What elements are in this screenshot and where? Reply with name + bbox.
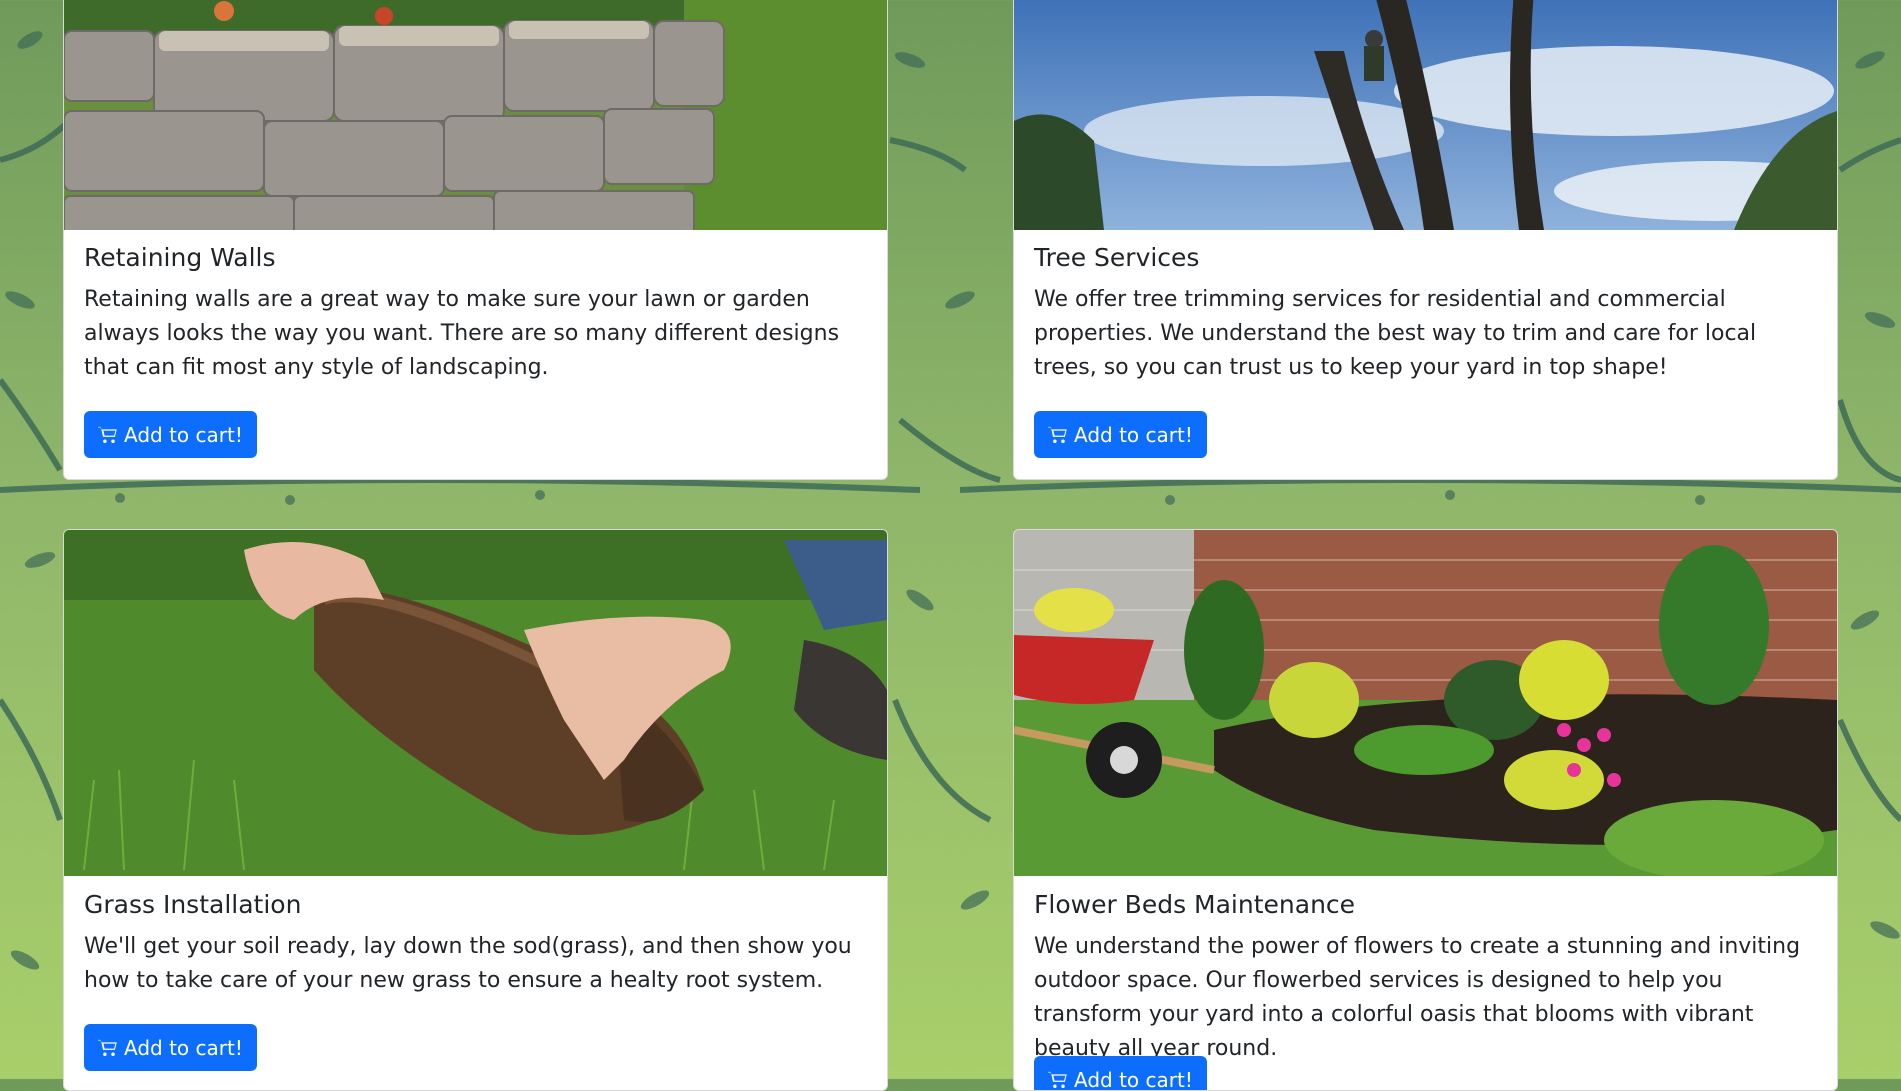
tree-services-image <box>1014 0 1837 230</box>
add-to-cart-label: Add to cart! <box>124 1036 243 1060</box>
cart-icon <box>1048 425 1068 445</box>
service-card-tree-services: Tree Services We offer tree trimming ser… <box>1013 0 1838 480</box>
cart-icon <box>98 1038 118 1058</box>
add-to-cart-button[interactable]: Add to cart! <box>1034 1056 1207 1091</box>
flower-beds-image <box>1014 530 1837 876</box>
add-to-cart-button[interactable]: Add to cart! <box>84 411 257 458</box>
card-text: We understand the power of flowers to cr… <box>1034 930 1817 1066</box>
service-card-flower-beds: Flower Beds Maintenance We understand th… <box>1013 529 1838 1091</box>
service-card-retaining-walls: Retaining Walls Retaining walls are a gr… <box>63 0 888 480</box>
service-card-grass-installation: Grass Installation We'll get your soil r… <box>63 529 888 1091</box>
card-text: Retaining walls are a great way to make … <box>84 283 867 385</box>
cart-icon <box>98 425 118 445</box>
grass-installation-image <box>64 530 887 876</box>
card-title: Tree Services <box>1034 243 1817 273</box>
card-text: We offer tree trimming services for resi… <box>1034 283 1817 385</box>
cart-icon <box>1048 1070 1068 1090</box>
add-to-cart-button[interactable]: Add to cart! <box>84 1024 257 1071</box>
add-to-cart-button[interactable]: Add to cart! <box>1034 411 1207 458</box>
add-to-cart-label: Add to cart! <box>124 423 243 447</box>
card-title: Flower Beds Maintenance <box>1034 890 1817 920</box>
card-title: Grass Installation <box>84 890 867 920</box>
card-text: We'll get your soil ready, lay down the … <box>84 930 867 998</box>
card-title: Retaining Walls <box>84 243 867 273</box>
add-to-cart-label: Add to cart! <box>1074 423 1193 447</box>
add-to-cart-label: Add to cart! <box>1074 1068 1193 1091</box>
retaining-walls-image <box>64 0 887 230</box>
